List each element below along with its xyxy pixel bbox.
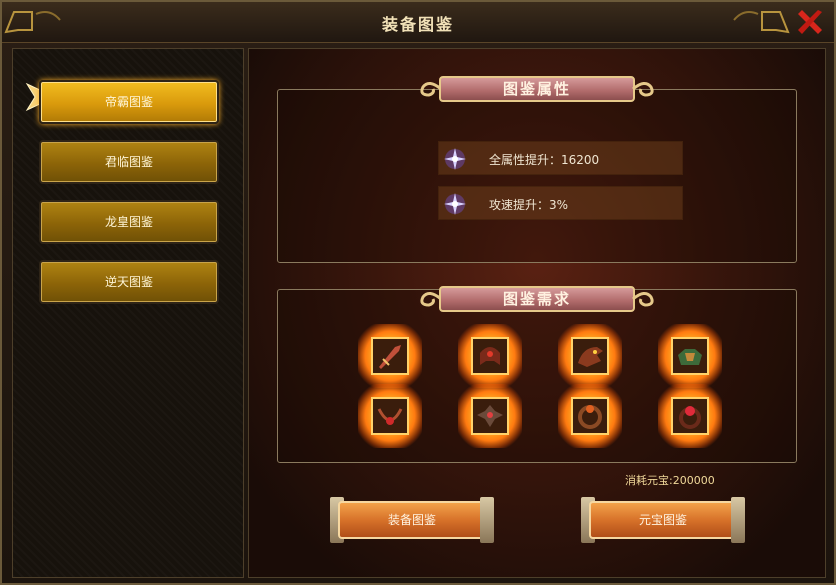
equipment-slot[interactable] [658,324,722,388]
purple-star-icon [444,148,466,170]
attribute-row: 全属性提升：16200 [438,141,683,175]
main-panel: 全属性提升：16200 攻速提升：3% 图鉴属性 图鉴需求 消耗元宝:20000… [248,48,826,578]
equipment-slot[interactable] [358,324,422,388]
dragon-helmet-icon [578,347,603,367]
sidebar-item-nitiantujian[interactable]: 逆天图鉴 [39,260,219,304]
equip-collection-label: 装备图鉴 [338,501,486,539]
requirements-header: 图鉴需求 [417,283,657,315]
attributes-panel: 全属性提升：16200 攻速提升：3% [277,89,797,263]
requirements-header-label: 图鉴需求 [439,286,635,312]
sidebar: 帝霸图鉴 君临图鉴 龙皇图鉴 逆天图鉴 [12,48,244,578]
cost-label: 消耗元宝:200000 [625,474,715,487]
close-button[interactable] [794,6,826,38]
sidebar-item-label: 君临图鉴 [104,155,153,169]
equipment-slot[interactable] [558,384,622,448]
gold-collection-label: 元宝图鉴 [589,501,737,539]
attribute-text: 攻速提升：3% [489,198,569,212]
equipment-slot[interactable] [658,384,722,448]
requirements-panel [277,289,797,463]
item-frame [371,397,409,435]
scroll-ornament-icon [632,292,654,307]
equipment-slot[interactable] [458,324,522,388]
gold-collection-button[interactable]: 元宝图鉴 [581,497,745,543]
equip-collection-button[interactable]: 装备图鉴 [330,497,494,543]
weapon-icon [379,345,401,369]
equipment-slot[interactable] [558,324,622,388]
equipment-slot[interactable] [458,384,522,448]
sidebar-item-label: 帝霸图鉴 [104,95,153,109]
window-title: 装备图鉴 [381,15,454,34]
title-bar: 装备图鉴 [2,2,834,43]
attribute-row: 攻速提升：3% [438,186,683,220]
necklace-icon [377,408,403,425]
button-cap-right [480,497,494,543]
sidebar-item-junlintujian[interactable]: 君临图鉴 [39,140,219,184]
bracelet-icon [477,405,503,427]
equipment-slot[interactable] [358,384,422,448]
item-frame [571,337,609,375]
item-frame [471,397,509,435]
corner-ornament-right-icon [733,11,790,34]
sidebar-item-label: 龙皇图鉴 [104,215,153,229]
attribute-text: 全属性提升：16200 [489,153,600,167]
item-frame [671,337,709,375]
item-frame [671,397,709,435]
item-frame [371,337,409,375]
sidebar-item-dibatujian[interactable]: 帝霸图鉴 [39,80,219,124]
item-frame [471,337,509,375]
helmet-icon [480,347,500,365]
button-cap-right [731,497,745,543]
attributes-header-label: 图鉴属性 [439,76,635,102]
purple-star-icon [444,193,466,215]
item-frame [571,397,609,435]
attributes-header: 图鉴属性 [417,73,657,105]
scroll-ornament-icon [632,82,654,97]
armor-icon [678,349,702,365]
sidebar-item-label: 逆天图鉴 [104,275,153,289]
gem-ring-icon [679,406,701,429]
collection-window: 装备图鉴 帝霸图鉴 君临图鉴 龙皇图鉴 逆天图鉴 全属性提升：16200 攻速提… [0,0,836,585]
sidebar-item-longhuangtujian[interactable]: 龙皇图鉴 [39,200,219,244]
ring-icon [578,405,602,429]
close-icon [798,10,822,34]
